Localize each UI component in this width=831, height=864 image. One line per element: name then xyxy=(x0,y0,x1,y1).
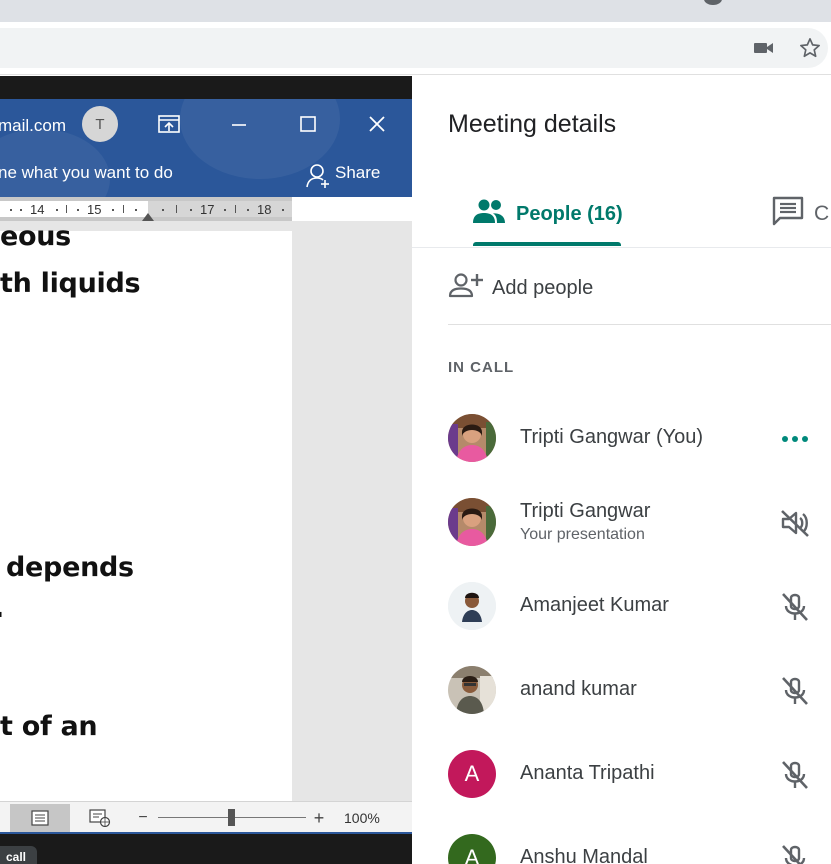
document-canvas: eous th liquids depends . t of an xyxy=(0,221,412,801)
participant-subtitle: Your presentation xyxy=(520,526,645,543)
tell-me-search[interactable]: ne what you want to do xyxy=(0,163,173,183)
ruler-number: 18 xyxy=(257,202,272,217)
document-line: th liquids xyxy=(0,268,141,299)
tab-people[interactable]: People (16) xyxy=(472,186,623,242)
add-people-label: Add people xyxy=(492,276,594,299)
account-email: mail.com xyxy=(0,116,67,135)
minimize-icon[interactable] xyxy=(225,110,253,138)
word-window: mail.com T ne what you want to do Share xyxy=(0,99,414,834)
participant-name: Anshu Mandal xyxy=(520,846,648,864)
address-bar[interactable] xyxy=(0,28,828,68)
panel-title: Meeting details xyxy=(448,110,617,138)
call-tag: call xyxy=(0,846,37,864)
volume-muted-icon[interactable] xyxy=(778,506,812,540)
participant-row[interactable]: A Ananta Tripathi xyxy=(448,748,831,804)
close-icon[interactable] xyxy=(363,110,391,138)
word-title-bar: mail.com T ne what you want to do Share xyxy=(0,99,412,197)
mic-off-icon[interactable] xyxy=(778,842,812,864)
chat-icon xyxy=(772,196,804,232)
avatar xyxy=(448,498,496,546)
section-divider xyxy=(448,324,831,325)
tab-chat[interactable]: C xyxy=(772,186,829,242)
people-icon xyxy=(472,198,506,230)
avatar: A xyxy=(448,834,496,864)
mic-off-icon[interactable] xyxy=(778,590,812,624)
share-icon[interactable] xyxy=(304,162,332,190)
participant-row[interactable]: anand kumar xyxy=(448,664,831,720)
document-line: eous xyxy=(0,221,71,252)
add-person-icon xyxy=(448,272,484,304)
participant-name: Tripti Gangwar xyxy=(520,500,651,522)
participant-row[interactable]: Tripti Gangwar (You) xyxy=(448,412,831,468)
participant-name: anand kumar xyxy=(520,678,637,700)
star-icon[interactable] xyxy=(798,36,822,60)
account-avatar[interactable]: T xyxy=(82,106,118,142)
document-page[interactable]: eous th liquids depends . t of an xyxy=(0,221,292,801)
participant-row[interactable]: Tripti Gangwar Your presentation xyxy=(448,496,831,552)
participant-row[interactable]: Amanjeet Kumar xyxy=(448,580,831,636)
more-options-icon[interactable] xyxy=(778,422,812,456)
mic-off-icon[interactable] xyxy=(778,674,812,708)
participant-name: Amanjeet Kumar xyxy=(520,594,669,616)
tabs-divider xyxy=(412,247,831,248)
print-layout-icon[interactable] xyxy=(10,804,70,832)
ruler-number: 15 xyxy=(87,202,102,217)
document-line: depends xyxy=(6,552,134,583)
in-call-heading: IN CALL xyxy=(448,359,515,376)
participant-name: Ananta Tripathi xyxy=(520,762,655,784)
screen: mail.com T ne what you want to do Share xyxy=(0,0,831,864)
web-layout-icon[interactable] xyxy=(84,804,116,832)
avatar xyxy=(448,414,496,462)
browser-tab-strip xyxy=(0,0,831,22)
avatar: A xyxy=(448,750,496,798)
profile-icon[interactable] xyxy=(704,0,722,5)
zoom-out-button[interactable]: − xyxy=(134,804,152,832)
meeting-details-panel: Meeting details People (16) C Add people… xyxy=(412,76,831,864)
ruler-number: 14 xyxy=(30,202,45,217)
word-status-bar: − + 100% xyxy=(0,801,412,832)
participant-row[interactable]: A Anshu Mandal xyxy=(448,832,831,864)
avatar xyxy=(448,582,496,630)
document-line: t of an xyxy=(0,711,98,742)
mic-off-icon[interactable] xyxy=(778,758,812,792)
active-tab-indicator xyxy=(473,242,621,246)
avatar-letter: A xyxy=(464,845,480,864)
zoom-slider-thumb[interactable] xyxy=(228,809,235,826)
participant-name: Tripti Gangwar (You) xyxy=(520,426,704,448)
video-camera-icon[interactable] xyxy=(752,36,776,60)
zoom-level[interactable]: 100% xyxy=(344,810,380,826)
tab-people-label: People (16) xyxy=(516,202,623,225)
avatar xyxy=(448,666,496,714)
avatar-letter: A xyxy=(464,761,480,786)
tab-chat-label: C xyxy=(814,202,830,225)
ruler-number: 17 xyxy=(200,202,215,217)
add-people-button[interactable]: Add people xyxy=(448,268,593,308)
share-button[interactable]: Share xyxy=(335,163,380,183)
document-line: . xyxy=(0,593,4,624)
indent-marker-icon[interactable] xyxy=(142,213,154,221)
ribbon-display-options-icon[interactable] xyxy=(155,110,183,138)
browser-toolbar xyxy=(0,22,831,75)
zoom-in-button[interactable]: + xyxy=(310,804,328,832)
maximize-icon[interactable] xyxy=(294,110,322,138)
